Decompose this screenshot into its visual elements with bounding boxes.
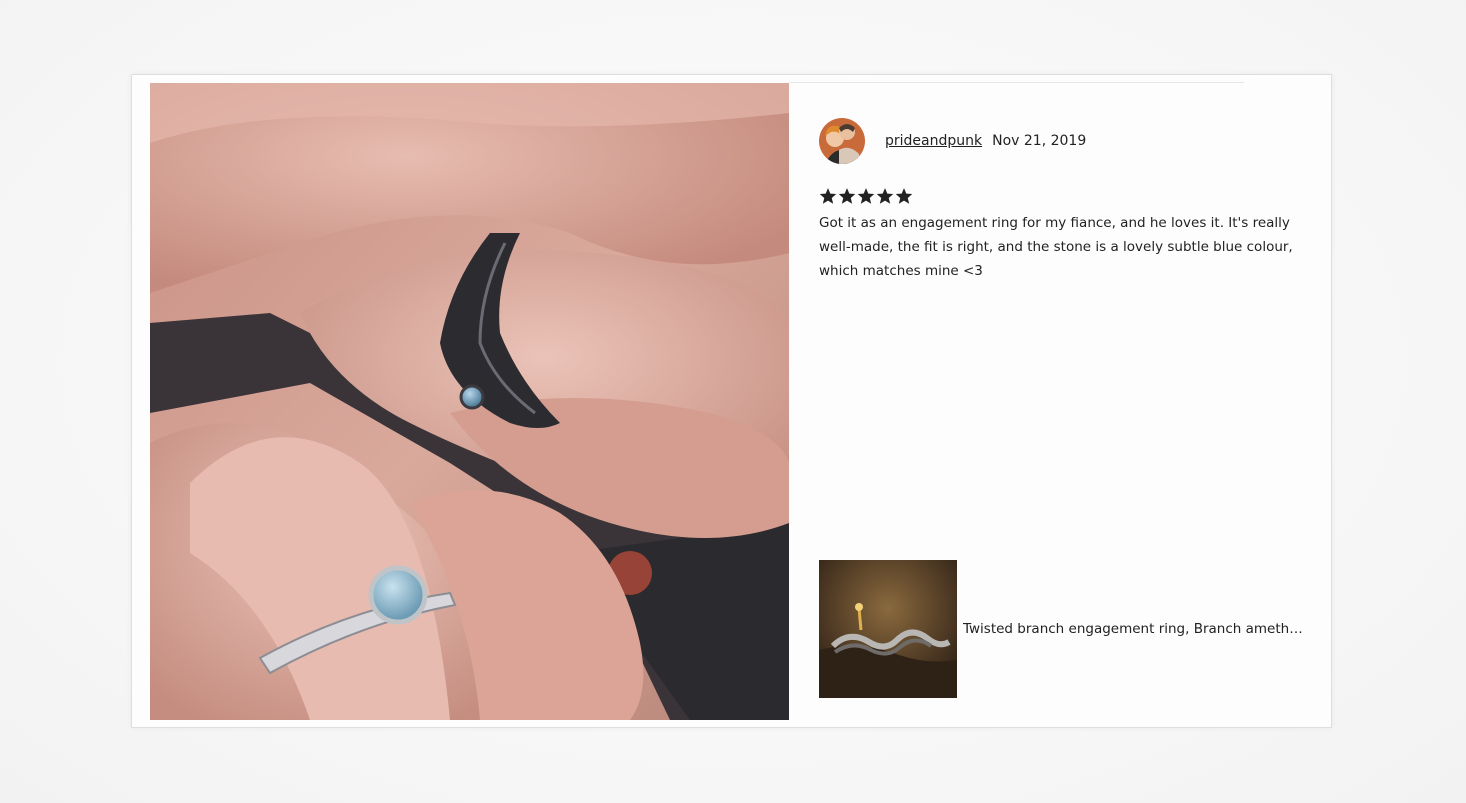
review-body: prideandpunk Nov 21, 2019 Got it as an e…: [819, 117, 1309, 283]
review-text: Got it as an engagement ring for my fian…: [819, 215, 1293, 279]
listing-thumbnail[interactable]: [819, 560, 957, 698]
star-icon: [819, 188, 837, 204]
review-date: Nov 21, 2019: [992, 133, 1087, 149]
star-icon: [876, 188, 894, 204]
star-icon: [838, 188, 856, 204]
review-card: prideandpunk Nov 21, 2019 Got it as an e…: [131, 74, 1332, 728]
star-icon: [857, 188, 875, 204]
review-photo[interactable]: [150, 83, 789, 720]
username-link[interactable]: prideandpunk: [885, 133, 982, 149]
listing-title[interactable]: Twisted branch engagement ring, Branch a…: [963, 621, 1308, 637]
divider: [789, 82, 1244, 83]
star-icon: [895, 188, 913, 204]
listing-link[interactable]: Twisted branch engagement ring, Branch a…: [819, 560, 1308, 698]
user-avatar[interactable]: [819, 118, 865, 164]
review-header: prideandpunk Nov 21, 2019: [819, 117, 1309, 165]
star-rating: [819, 187, 1309, 205]
